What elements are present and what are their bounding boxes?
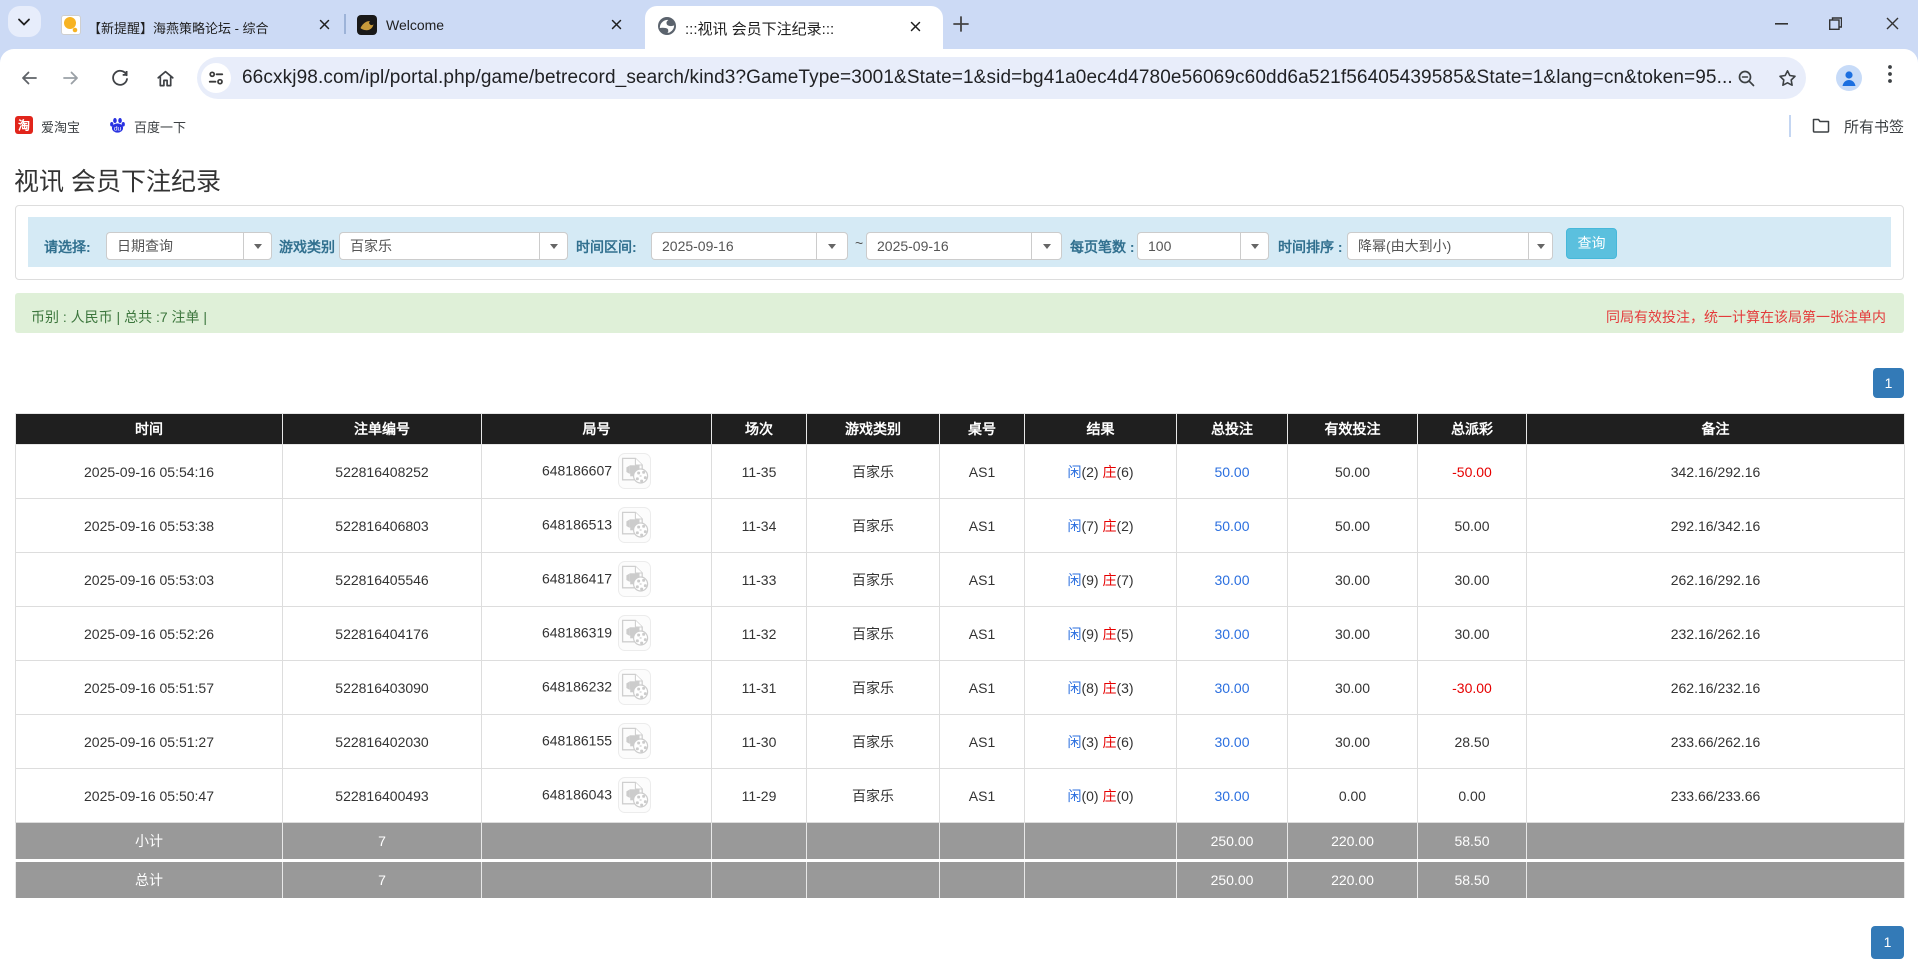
svg-text:淘: 淘: [18, 118, 30, 133]
svg-text:du: du: [114, 125, 122, 132]
